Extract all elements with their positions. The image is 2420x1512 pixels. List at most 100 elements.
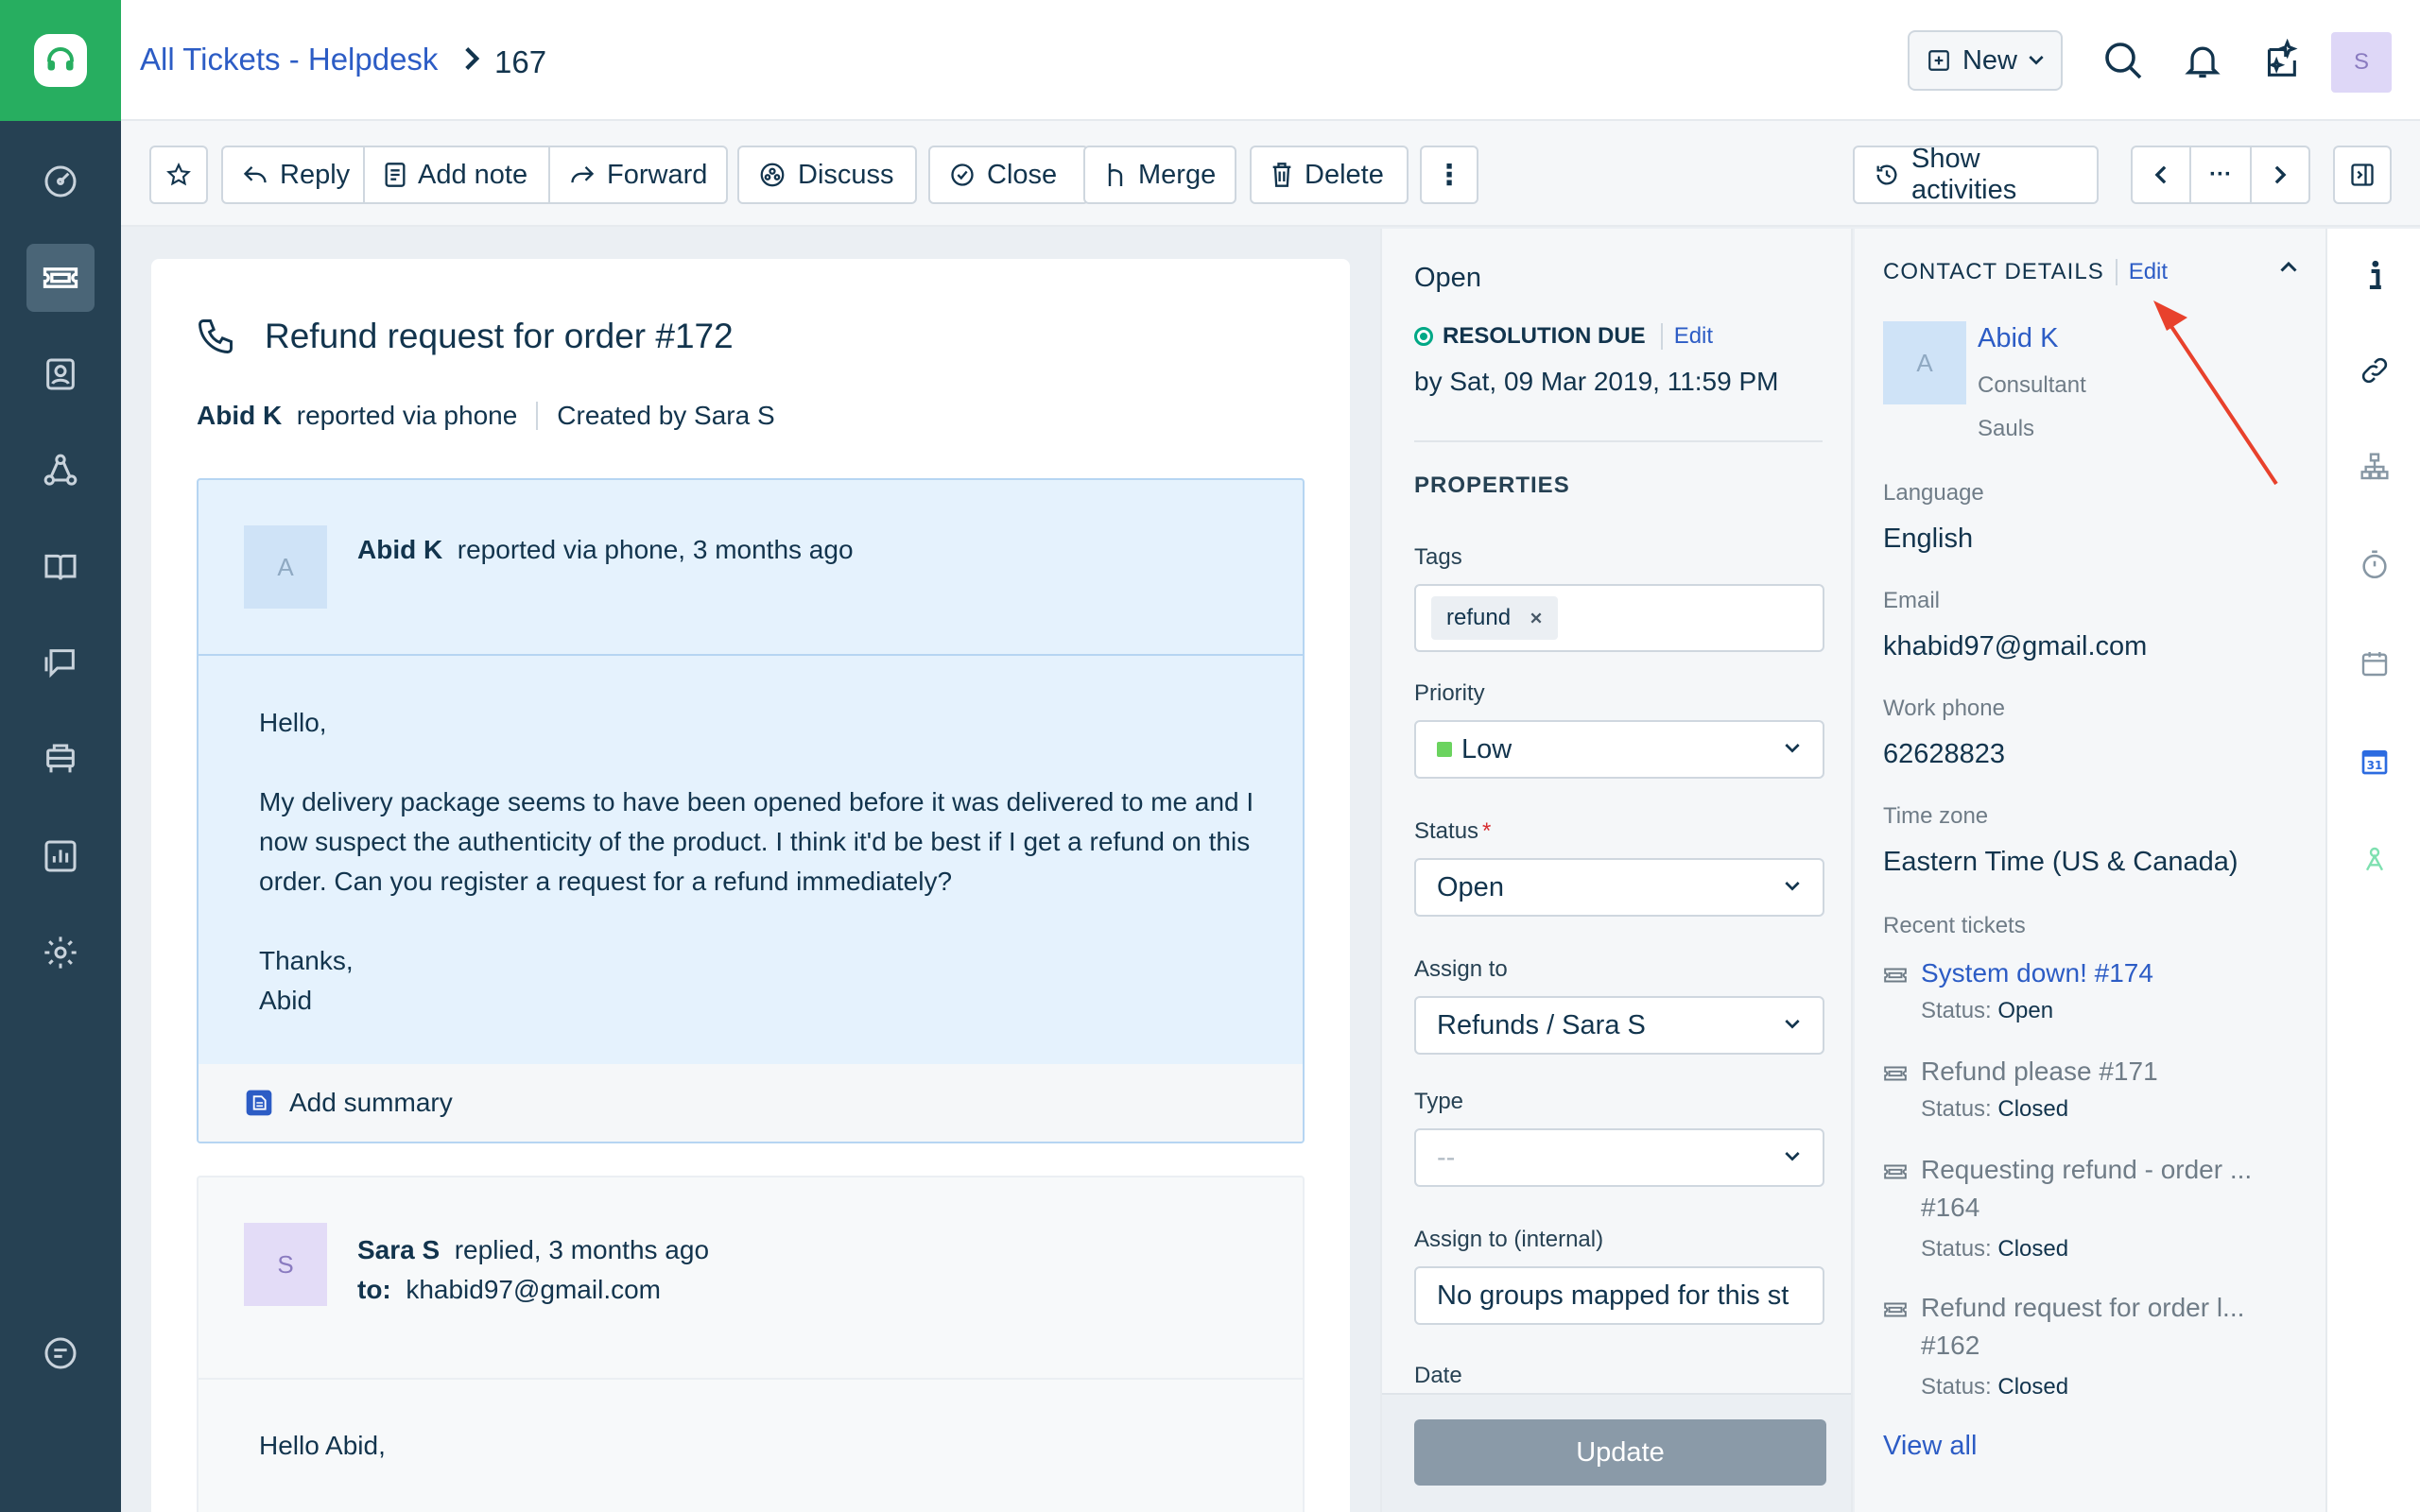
headset-icon [34,34,87,87]
recent-ticket-status: Status: Closed [1921,1236,2068,1263]
new-button-label: New [1962,44,2017,76]
recent-ticket-status: Status: Closed [1921,1374,2068,1400]
groups-icon[interactable] [26,437,95,505]
update-button[interactable]: Update [1414,1419,1826,1486]
integration-app-icon[interactable] [2356,841,2394,879]
discussions-icon[interactable] [26,629,95,697]
new-button[interactable]: New [1908,30,2063,91]
language-label: Language [1883,480,1984,506]
message-meta: reported via phone, 3 months ago [457,535,854,564]
resolution-edit-link[interactable]: Edit [1660,323,1713,350]
merge-button[interactable]: Merge [1083,146,1236,204]
recent-ticket-title[interactable]: Refund request for order l... [1921,1293,2244,1323]
contacts-icon[interactable] [26,340,95,408]
breadcrumb-ticket-id: 167 [494,44,547,79]
forward-arrow-icon [569,163,596,186]
timer-icon[interactable] [2356,546,2394,584]
chevron-down-icon [2029,55,2044,66]
status-label: Status * [1414,818,1491,845]
tags-label: Tags [1414,544,1462,570]
tickets-icon[interactable] [26,244,95,312]
next-ticket-button[interactable] [2250,146,2310,204]
user-avatar[interactable]: S [2331,32,2392,93]
horizontal-ellipsis-icon: ··· [2209,162,2232,187]
message-author[interactable]: Abid K [357,535,442,564]
search-icon[interactable] [2097,34,2150,87]
type-select[interactable]: -- [1414,1128,1824,1187]
calendar-day: 31 [2367,759,2383,772]
freshdesk-logo[interactable] [0,0,121,121]
link-icon[interactable] [2356,352,2394,389]
plus-square-icon [1927,48,1951,73]
message-customer: A Abid K reported via phone, 3 months ag… [197,478,1305,1143]
breadcrumb-all-tickets[interactable]: All Tickets - Helpdesk [140,42,438,77]
hierarchy-icon[interactable] [2356,448,2394,486]
tags-input[interactable]: refund [1414,584,1824,652]
admin-desk-icon[interactable] [26,726,95,794]
reply-button[interactable]: Reply [221,146,365,204]
calendar-icon[interactable] [2356,644,2394,682]
add-note-button[interactable]: Add note [363,146,550,204]
contact-name-link[interactable]: Abid K [1978,323,2058,354]
delete-button[interactable]: Delete [1250,146,1409,204]
check-circle-icon [949,162,976,188]
ticket-toolbar: Reply Add note Forward Discuss Close Mer… [121,121,2420,227]
type-value: -- [1437,1142,1456,1173]
status-label: Status: [1921,1236,1992,1262]
message-author[interactable]: Sara S [357,1235,440,1264]
recent-ticket-title[interactable]: System down! #174 [1921,958,2153,988]
settings-icon[interactable] [26,919,95,987]
knowledge-base-icon[interactable] [26,533,95,601]
recent-ticket-id: #164 [1921,1193,1980,1222]
info-icon[interactable] [2356,257,2394,295]
freddy-ai-icon[interactable] [2254,34,2307,87]
recent-ticket-title[interactable]: Refund please #171 [1921,1057,2158,1087]
avatar: A [244,525,327,609]
forward-button[interactable]: Forward [548,146,728,204]
reports-icon[interactable] [26,822,95,890]
chevron-down-icon [1785,881,1800,892]
update-footer: Update [1382,1393,1851,1512]
reporter-name[interactable]: Abid K [197,401,282,431]
recent-ticket-title[interactable]: Requesting refund - order ... [1921,1155,2252,1185]
notifications-bell-icon[interactable] [2176,34,2229,87]
time-zone-label: Time zone [1883,803,1989,829]
priority-value: Low [1461,733,1512,765]
priority-select[interactable]: Low [1414,720,1824,779]
properties-heading: PROPERTIES [1414,472,1570,498]
toggle-sidebar-button[interactable] [2333,146,2392,204]
discuss-button[interactable]: Discuss [737,146,917,204]
note-icon [384,162,406,188]
close-ticket-button[interactable]: Close [928,146,1089,204]
google-calendar-icon[interactable]: 31 [2356,743,2394,781]
add-summary-button[interactable]: Add summary [199,1064,1303,1142]
chevron-down-icon [1785,743,1800,754]
star-button[interactable] [149,146,208,204]
show-activities-button[interactable]: Show activities [1853,144,2099,205]
priority-color-swatch [1437,742,1452,757]
contact-details-heading: CONTACT DETAILS [1883,259,2104,284]
meta-divider [536,402,539,430]
recent-ticket-id: #162 [1921,1331,1980,1360]
contact-job-title: Consultant [1978,372,2086,398]
status-value: Closed [1997,1236,2069,1262]
view-all-tickets-link[interactable]: View all [1883,1431,1977,1462]
status-select[interactable]: Open [1414,858,1824,917]
status-value: Open [1997,998,2054,1023]
contact-edit-link[interactable]: Edit [2115,259,2168,285]
avatar: S [244,1223,327,1306]
status-label: Status: [1921,1096,1992,1122]
chevron-down-icon [1785,1151,1800,1162]
more-actions-button[interactable]: ⋮ [1420,146,1478,204]
ticket-icon [1883,1162,1908,1181]
previous-ticket-button[interactable] [2131,146,2191,204]
assign-internal-select[interactable]: No groups mapped for this st [1414,1266,1824,1325]
dashboard-icon[interactable] [26,147,95,215]
assign-to-value: Refunds / Sara S [1437,1009,1646,1040]
ticket-list-button[interactable]: ··· [2189,146,2252,204]
chat-icon[interactable] [26,1319,95,1387]
chevron-up-icon[interactable] [2280,261,2297,272]
remove-tag-icon[interactable] [1530,611,1543,625]
message-text: My delivery package seems to have been o… [259,787,1254,896]
assign-to-select[interactable]: Refunds / Sara S [1414,996,1824,1055]
